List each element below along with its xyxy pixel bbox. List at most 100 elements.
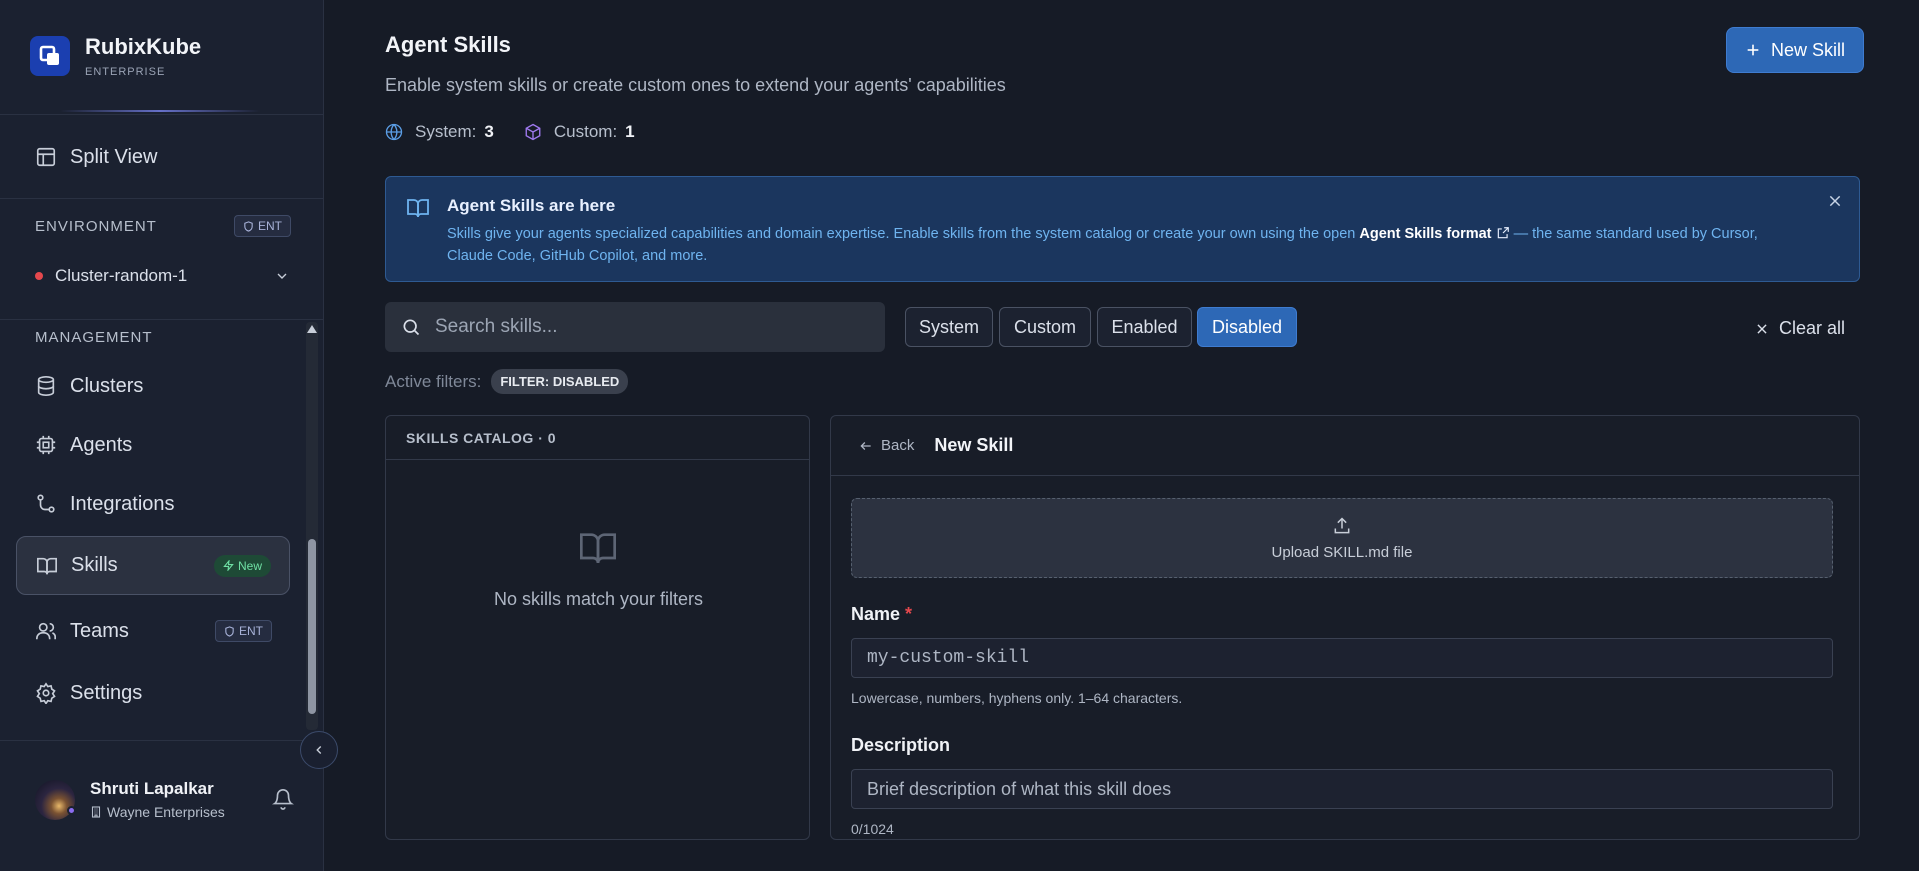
info-banner: Agent Skills are here Skills give your a… [385,176,1860,282]
sidebar-item-label: Teams [70,619,129,642]
gear-icon [34,681,58,705]
filter-chip-custom[interactable]: Custom [999,307,1091,347]
custom-count: 1 [625,122,635,141]
upload-label: Upload SKILL.md file [1271,543,1413,561]
search-box[interactable] [385,302,885,352]
new-badge-label: New [237,558,262,573]
skill-counts: System: 3 Custom: 1 [385,122,635,142]
name-label: Name * [851,604,912,625]
search-icon [403,319,420,336]
building-icon [91,806,101,818]
description-char-count: 0/1024 [851,821,894,837]
divider [0,114,324,115]
collapse-sidebar-button[interactable] [300,731,338,769]
editor-title: New Skill [934,435,1014,455]
plus-icon [1747,44,1759,56]
external-link-icon [1497,227,1509,239]
cluster-name: Cluster-random-1 [55,266,188,285]
book-open-icon [580,533,616,564]
sidebar: RubixKube ENTERPRISE Split View ENVIRONM… [0,0,324,871]
search-input[interactable] [435,316,855,338]
sidebar-item-label: Agents [70,433,133,456]
banner-text-start: Skills give your agents specialized capa… [447,226,1360,242]
back-label: Back [881,437,915,454]
name-input[interactable] [867,648,1807,668]
main-content: Agent Skills Enable system skills or cre… [385,0,1864,871]
notifications-bell-icon[interactable] [272,788,294,810]
system-count-label: System: [415,122,477,141]
description-input[interactable] [867,778,1807,800]
book-open-icon [35,554,59,578]
active-filters-label: Active filters: [385,371,482,391]
git-branch-icon [34,492,58,516]
brand-subtitle: ENTERPRISE [85,66,166,78]
new-skill-editor: Back New Skill Upload SKILL.md file Name… [830,415,1860,840]
custom-count-label: Custom: [553,122,618,141]
arrow-left-icon [860,441,871,450]
book-open-icon [407,199,429,218]
database-icon [34,374,58,398]
description-field[interactable] [851,769,1833,809]
sidebar-scrollbar[interactable] [306,322,318,730]
name-field[interactable] [851,638,1833,678]
scrollbar-thumb[interactable] [308,539,316,714]
filter-chip-enabled[interactable]: Enabled [1097,307,1192,347]
active-filter-tag[interactable]: FILTER: DISABLED [491,369,629,394]
filter-chip-disabled[interactable]: Disabled [1197,307,1297,347]
empty-state-text: No skills match your filters [493,589,704,609]
description-label: Description [851,735,951,755]
clear-all-button[interactable]: Clear all [1755,318,1845,339]
new-skill-label: New Skill [1770,39,1845,60]
divider [0,198,324,199]
rubixkube-logo-icon [30,36,70,76]
chevron-left-icon [316,746,322,754]
upload-icon [1334,516,1350,533]
status-dot [67,805,76,815]
scroll-up-arrow-icon [307,325,317,333]
sidebar-item-integrations[interactable]: Integrations [16,476,290,532]
close-icon[interactable] [1827,193,1843,209]
user-name: Shruti Lapalkar [90,779,214,798]
sidebar-item-clusters[interactable]: Clusters [16,358,290,414]
zap-icon [223,560,234,571]
globe-icon [385,123,403,141]
environment-label: ENVIRONMENT [35,218,157,235]
filter-chip-system[interactable]: System [905,307,993,347]
catalog-title: SKILLS CATALOG · 0 [386,416,809,460]
upload-skill-file-button[interactable]: Upload SKILL.md file [851,498,1833,578]
skills-catalog: SKILLS CATALOG · 0 No skills match your … [385,415,810,840]
sidebar-item-label: Clusters [70,374,144,397]
new-badge: New [213,554,271,577]
ent-badge: ENT [234,215,291,237]
new-skill-button[interactable]: New Skill [1726,27,1864,73]
management-label: MANAGEMENT [35,329,153,346]
page-subtitle: Enable system skills or create custom on… [385,75,1006,95]
sidebar-item-settings[interactable]: Settings [16,665,290,721]
users-icon [34,619,58,643]
shield-icon [244,220,253,232]
user-org: Wayne Enterprises [90,804,225,820]
sidebar-item-label: Split View [70,145,158,168]
sidebar-item-agents[interactable]: Agents [16,417,290,473]
sidebar-item-split-view[interactable]: Split View [16,129,290,185]
divider [0,740,324,741]
chevron-down-icon [277,273,287,279]
cpu-icon [34,433,58,457]
clear-all-label: Clear all [1779,318,1846,338]
brand[interactable]: RubixKube ENTERPRISE [30,34,201,78]
sidebar-item-skills[interactable]: Skills New [16,536,290,595]
cluster-selector[interactable]: Cluster-random-1 [35,263,290,289]
back-button[interactable]: Back [859,437,914,454]
ent-badge-label: ENT [239,624,263,638]
brand-divider [60,110,260,112]
user-profile[interactable]: Shruti Lapalkar Wayne Enterprises [35,779,225,820]
avatar [35,779,76,820]
cube-icon [525,123,541,141]
required-mark: * [905,604,913,624]
agent-skills-format-link[interactable]: Agent Skills format [1359,226,1491,242]
close-icon [1757,323,1767,334]
name-label-text: Name [851,604,901,624]
system-count: 3 [484,122,494,141]
page-title: Agent Skills [385,32,511,57]
user-org-label: Wayne Enterprises [107,804,225,820]
